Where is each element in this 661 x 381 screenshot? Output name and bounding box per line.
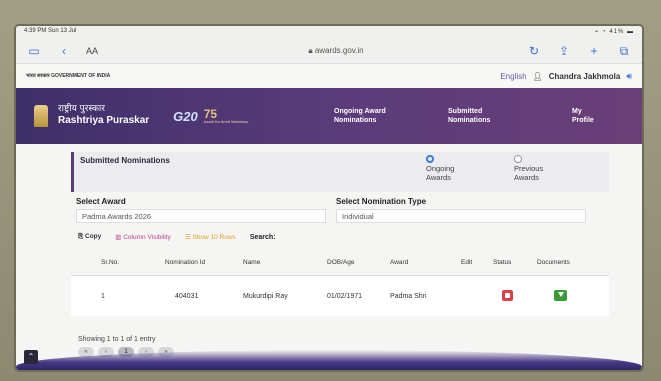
toolbar-right: ↻ ⇪ + ⧉: [526, 43, 632, 59]
new-tab-icon[interactable]: +: [586, 43, 602, 59]
nav-submitted-line2: Nominations: [448, 117, 491, 124]
nav-my-profile[interactable]: My Profile: [572, 88, 594, 144]
cell-dob: 01/02/1971: [327, 292, 363, 300]
table-info: Showing 1 to 1 of 1 entry: [78, 336, 156, 343]
status-time: 4:39 PM Sun 13 Jul: [24, 28, 77, 34]
reload-icon[interactable]: ↻: [526, 43, 542, 59]
search-label: Search:: [249, 233, 276, 241]
nav-profile-line2: Profile: [572, 117, 594, 124]
nav-ongoing-line2: Nominations: [334, 117, 377, 124]
header-documents: Documents: [537, 259, 570, 266]
tabs-icon[interactable]: ⧉: [616, 43, 632, 59]
user-name[interactable]: Chandra Jakhmola: [549, 72, 621, 81]
status-icon: [502, 290, 513, 301]
select-award-dropdown[interactable]: Padma Awards 2026: [76, 209, 326, 223]
header-sr-no: Sr.No.: [101, 259, 120, 266]
column-visibility-button[interactable]: ▥ Column Visibility: [115, 233, 171, 241]
header-nomination-id: Nomination Id: [165, 259, 206, 266]
address-bar[interactable]: 🔒︎ awards.gov.in: [160, 46, 512, 56]
rows-icon: ☰: [184, 234, 191, 241]
nav-submitted-line1: Submitted: [448, 107, 483, 115]
show-rows-label: Show 10 Rows: [192, 234, 236, 241]
cell-award: Padma Shri: [390, 292, 427, 300]
header-award: Award: [390, 259, 409, 266]
nav-profile-line1: My: [572, 107, 582, 115]
g20-logo: G20: [173, 108, 198, 124]
download-icon: [554, 290, 567, 301]
nominations-table: Sr.No. Nomination Id Name DOB/Age Award …: [71, 250, 609, 316]
nav-ongoing-award-nominations[interactable]: Ongoing Award Nominations: [334, 88, 386, 144]
panel-header: Submitted Nominations Ongoing Awards Pre…: [71, 152, 609, 192]
screen: 4:39 PM Sun 13 Jul ⌁ ◔ 41% ▬ ▭ ‹ AA 🔒︎ a…: [16, 26, 642, 370]
header-dob-age: DOB/Age: [327, 259, 355, 266]
page-title: Submitted Nominations: [80, 156, 170, 165]
azadi-logo: 75 Azadi Ka Amrit Mahotsav: [204, 108, 249, 124]
lock-icon: 🔒︎: [308, 45, 313, 55]
reader-aa-button[interactable]: AA: [86, 46, 146, 56]
radio-previous-line2: Awards: [514, 172, 539, 182]
site-header: राष्ट्रीय पुरस्कार Rashtriya Puraskar G2…: [16, 88, 642, 144]
share-icon[interactable]: ⇪: [556, 43, 572, 59]
table-row: 1 404031 Mukurdipi Ray 01/02/1971 Padma …: [71, 276, 609, 316]
back-icon[interactable]: ‹: [56, 43, 72, 59]
chevron-up-icon: ⌃: [27, 352, 35, 361]
status-button[interactable]: [502, 290, 513, 303]
documents-download-button[interactable]: [554, 290, 567, 303]
select-nomination-type-dropdown[interactable]: Individual: [336, 209, 586, 223]
tablet-frame: 4:39 PM Sun 13 Jul ⌁ ◔ 41% ▬ ▭ ‹ AA 🔒︎ a…: [0, 0, 661, 381]
select-nomination-type-label: Select Nomination Type: [336, 197, 427, 206]
columns-icon: ▥: [115, 234, 122, 241]
table-toolbar: ⎘ Copy ▥ Column Visibility ☰ Show 10 Row…: [78, 233, 276, 241]
radio-previous-awards[interactable]: Previous Awards: [514, 155, 543, 182]
header-edit: Edit: [461, 259, 473, 266]
national-emblem-icon: [34, 105, 48, 127]
copy-button[interactable]: ⎘ Copy: [78, 233, 101, 241]
nav-ongoing-line1: Ongoing Award: [334, 107, 386, 115]
radio-ongoing-line2: Awards: [426, 172, 451, 182]
cell-sr-no: 1: [101, 292, 105, 300]
header-name: Name: [243, 259, 261, 266]
radio-ongoing-awards[interactable]: Ongoing Awards: [426, 155, 454, 182]
sidebar-icon[interactable]: ▭: [26, 43, 42, 59]
radio-unselected-icon: [514, 155, 522, 163]
scroll-top-button[interactable]: ⌃: [24, 350, 38, 364]
url-text: awards.gov.in: [314, 45, 364, 55]
language-link[interactable]: English: [500, 72, 526, 81]
government-strip: भारत सरकार GOVERNMENT OF INDIA English 👤…: [16, 64, 642, 88]
radio-selected-icon: [426, 155, 434, 163]
brand-hindi: राष्ट्रीय पुरस्कार: [58, 104, 105, 115]
column-visibility-label: Column Visibility: [123, 234, 171, 241]
header-status: Status: [493, 259, 512, 266]
copy-icon: ⎘: [78, 233, 84, 240]
brand-english: Rashtriya Puraskar: [58, 115, 150, 127]
show-rows-button[interactable]: ☰ Show 10 Rows: [185, 233, 236, 241]
table-header: Sr.No. Nomination Id Name DOB/Age Award …: [71, 250, 609, 276]
strip-right: English 👤︎ Chandra Jakhmola 🔊︎: [500, 71, 632, 82]
browser-toolbar: ▭ ‹ AA 🔒︎ awards.gov.in ↻ ⇪ + ⧉: [16, 38, 642, 64]
status-indicators: ⌁ ◔ 41% ▬: [594, 29, 634, 35]
copy-label: Copy: [85, 233, 102, 240]
user-icon: 👤︎: [532, 71, 543, 81]
select-award-label: Select Award: [76, 197, 126, 206]
speaker-icon[interactable]: 🔊︎: [626, 71, 632, 82]
cell-name: Mukurdipi Ray: [243, 292, 288, 300]
azadi-sub: Azadi Ka Amrit Mahotsav: [203, 119, 249, 124]
main-content: Submitted Nominations Ongoing Awards Pre…: [16, 144, 642, 370]
status-bar: 4:39 PM Sun 13 Jul ⌁ ◔ 41% ▬: [16, 26, 642, 38]
government-of-india-text: भारत सरकार GOVERNMENT OF INDIA: [26, 73, 111, 79]
brand[interactable]: राष्ट्रीय पुरस्कार Rashtriya Puraskar: [58, 104, 149, 128]
cell-nomination-id: 404031: [175, 292, 199, 300]
nav-submitted-nominations[interactable]: Submitted Nominations: [448, 88, 490, 144]
